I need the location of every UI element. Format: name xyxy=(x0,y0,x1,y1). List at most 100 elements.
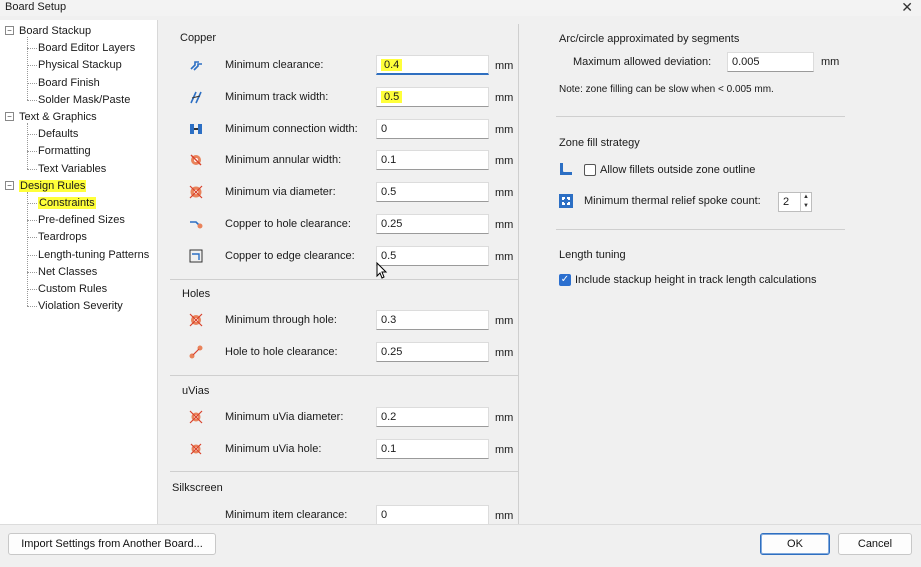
title-bar: Board Setup ✕ xyxy=(0,0,921,16)
track-width-icon xyxy=(190,91,202,104)
tree-item-teardrops[interactable]: Teardrops xyxy=(38,230,87,244)
unit-label: mm xyxy=(495,155,514,168)
tree-item-label: Custom Rules xyxy=(38,283,108,295)
constraint-label: Minimum annular width: xyxy=(225,154,342,167)
uvia-diameter-icon xyxy=(189,410,203,424)
tree-item-text-graphics[interactable]: Text & Graphics xyxy=(19,110,97,124)
import-settings-button[interactable]: Import Settings from Another Board... xyxy=(8,533,216,555)
stackup-height-checkbox[interactable]: ✓ xyxy=(559,274,571,286)
spinner-arrows-icon[interactable]: ▲ ▼ xyxy=(800,193,811,211)
constraint-input[interactable]: 0 xyxy=(376,505,489,525)
through-hole-icon xyxy=(189,313,203,327)
tree-collapse-icon[interactable]: − xyxy=(5,112,14,121)
constraint-input[interactable]: 0.1 xyxy=(376,439,489,459)
tree-item-length-tuning-patterns[interactable]: Length-tuning Patterns xyxy=(38,248,149,262)
mouse-cursor-icon xyxy=(376,262,388,279)
tree-connector xyxy=(27,254,37,256)
unit-label: mm xyxy=(495,444,514,456)
tree-item-label: Formatting xyxy=(38,145,91,158)
constraint-label: Hole to hole clearance: xyxy=(225,346,338,358)
column-separator xyxy=(518,24,519,524)
copper-hole-clearance-icon xyxy=(190,221,203,229)
tree-item-solder-mask-paste[interactable]: Solder Mask/Paste xyxy=(38,93,130,107)
constraint-label: Minimum connection width: xyxy=(225,122,358,135)
tree-connector xyxy=(27,191,28,307)
window-title: Board Setup xyxy=(5,1,67,13)
unit-label: mm xyxy=(495,91,514,104)
zone-fill-title: Zone fill strategy xyxy=(559,137,640,149)
tree-item-board-editor-layers[interactable]: Board Editor Layers xyxy=(38,41,135,55)
tree-item-formatting[interactable]: Formatting xyxy=(38,144,91,158)
constraint-input[interactable]: 0.2 xyxy=(376,407,489,427)
constraint-input[interactable]: 0.5 xyxy=(376,245,489,266)
tree-connector xyxy=(27,237,37,239)
spoke-count-value: 2 xyxy=(783,196,790,208)
tree-item-board-stackup[interactable]: Board Stackup xyxy=(19,24,91,38)
unit-label: mm xyxy=(495,315,514,327)
tree-connector xyxy=(27,99,37,101)
allow-fillets-checkbox[interactable] xyxy=(584,164,596,176)
ok-button[interactable]: OK xyxy=(760,533,830,555)
tree-connector xyxy=(27,203,37,204)
tree-item-custom-rules[interactable]: Custom Rules xyxy=(38,282,107,296)
constraint-input[interactable]: 0.1 xyxy=(376,150,489,171)
constraint-label: Minimum uVia diameter: xyxy=(225,411,344,423)
constraint-label: Minimum item clearance: xyxy=(225,509,348,521)
tree-item-constraints[interactable]: Constraints xyxy=(38,196,96,210)
constraint-input[interactable]: 0.25 xyxy=(376,342,489,362)
tree-connector xyxy=(27,48,37,50)
unit-label: mm xyxy=(495,219,514,231)
spoke-count-label: Minimum thermal relief spoke count: xyxy=(584,195,761,207)
close-icon[interactable]: ✕ xyxy=(901,0,913,16)
unit-label: mm xyxy=(495,347,514,359)
tree-item-defaults[interactable]: Defaults xyxy=(38,127,78,141)
unit-label: mm xyxy=(495,123,514,136)
tree-item-label: Length-tuning Patterns xyxy=(38,248,150,261)
arc-title: Arc/circle approximated by segments xyxy=(559,33,740,45)
settings-tree: − Board Stackup Board Editor Layers Physica… xyxy=(0,20,158,524)
tree-item-violation-severity[interactable]: Violation Severity xyxy=(38,299,123,313)
tree-connector xyxy=(27,37,28,100)
constraint-label: Copper to hole clearance: xyxy=(225,218,351,230)
tree-item-label: Constraints xyxy=(38,197,96,209)
tree-item-text-variables[interactable]: Text Variables xyxy=(38,162,106,176)
tree-connector xyxy=(27,134,37,136)
tree-item-label: Board Editor Layers xyxy=(38,42,136,55)
connection-width-icon xyxy=(190,123,202,134)
unit-label: mm xyxy=(495,412,514,424)
tree-connector xyxy=(27,151,37,153)
via-diameter-icon xyxy=(189,185,203,199)
tree-connector xyxy=(27,306,37,308)
unit-label: mm xyxy=(495,187,514,200)
tree-item-label: Board Stackup xyxy=(19,25,92,37)
tree-item-label: Violation Severity xyxy=(38,300,123,313)
hole-hole-clearance-icon xyxy=(189,345,203,359)
unit-label: mm xyxy=(495,250,514,263)
tree-collapse-icon[interactable]: − xyxy=(5,26,14,35)
constraint-input[interactable]: 0.5 xyxy=(376,182,489,203)
tree-item-net-classes[interactable]: Net Classes xyxy=(38,265,97,279)
length-tuning-title: Length tuning xyxy=(559,249,626,261)
spoke-count-spinner[interactable]: 2 ▲ ▼ xyxy=(778,192,812,212)
unit-label: mm xyxy=(495,60,514,72)
constraint-input[interactable]: 0.5 xyxy=(376,86,489,107)
tree-item-board-finish[interactable]: Board Finish xyxy=(38,76,100,90)
uvia-hole-icon xyxy=(190,443,202,455)
tree-connector xyxy=(27,65,37,67)
section-separator xyxy=(170,471,518,472)
tree-item-label: Design Rules xyxy=(19,179,87,192)
constraint-input[interactable]: 0.25 xyxy=(376,214,489,234)
section-separator xyxy=(170,375,518,376)
uvias-title: uVias xyxy=(182,385,210,397)
tree-item-design-rules[interactable]: Design Rules xyxy=(19,179,87,193)
constraint-input[interactable]: 0.3 xyxy=(376,310,489,330)
tree-connector xyxy=(27,220,37,222)
constraint-input[interactable]: 0 xyxy=(376,118,489,139)
tree-connector xyxy=(27,289,37,290)
tree-collapse-icon[interactable]: − xyxy=(5,180,14,190)
max-deviation-input[interactable]: 0.005 xyxy=(727,52,814,72)
constraint-input[interactable]: 0.4 xyxy=(376,55,489,75)
tree-item-pre-defined-sizes[interactable]: Pre-defined Sizes xyxy=(38,213,125,227)
cancel-button[interactable]: Cancel xyxy=(838,533,912,555)
tree-item-physical-stackup[interactable]: Physical Stackup xyxy=(38,58,122,72)
